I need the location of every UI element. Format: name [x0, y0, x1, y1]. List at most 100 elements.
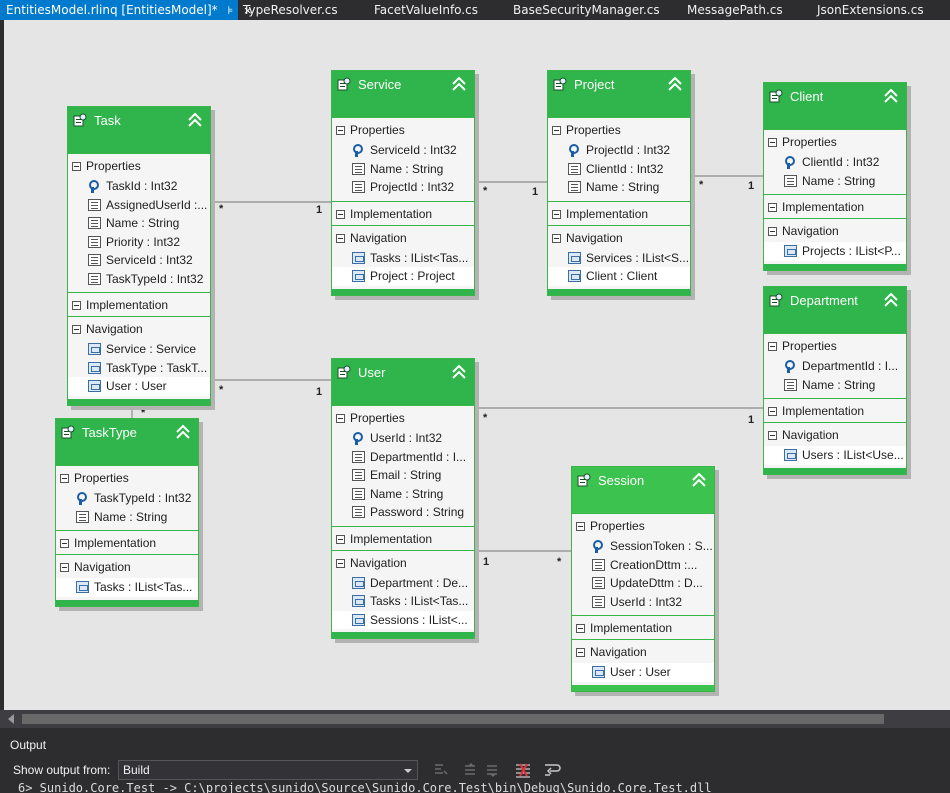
- find-message-icon[interactable]: [432, 761, 450, 779]
- navigation-row[interactable]: TaskType : TaskT...: [68, 359, 210, 378]
- entity-header[interactable]: TaskType: [56, 419, 198, 465]
- model-designer-canvas[interactable]: * 1 * 1 * 1 * 1 1 * * 1 1 * TaskProperti…: [4, 20, 950, 710]
- navigation-row[interactable]: User : User: [68, 377, 210, 396]
- word-wrap-icon[interactable]: [543, 761, 561, 779]
- navigation-section[interactable]: Navigation: [68, 316, 210, 340]
- property-row[interactable]: ClientId : Int32: [764, 153, 906, 172]
- collapse-section-icon[interactable]: [336, 233, 345, 243]
- collapse-section-icon[interactable]: [72, 325, 81, 334]
- properties-section[interactable]: Properties: [548, 117, 690, 141]
- entity-service[interactable]: Service Properties ServiceId : Int32 Name :…: [331, 70, 475, 296]
- property-row[interactable]: Name : String: [548, 178, 690, 197]
- navigation-section[interactable]: Navigation: [572, 639, 714, 663]
- navigation-row[interactable]: Tasks : IList<Tas...: [332, 592, 474, 611]
- property-row[interactable]: Password : String: [332, 503, 474, 522]
- property-row[interactable]: Name : String: [332, 160, 474, 179]
- navigation-section[interactable]: Navigation: [764, 422, 906, 446]
- collapse-section-icon[interactable]: [768, 431, 777, 440]
- collapse-section-icon[interactable]: [336, 558, 345, 568]
- implementation-section[interactable]: Implementation: [548, 200, 690, 225]
- collapse-section-icon[interactable]: [576, 522, 585, 531]
- collapse-icon[interactable]: [450, 363, 468, 381]
- collapse-section-icon[interactable]: [576, 624, 585, 633]
- property-row[interactable]: TaskTypeId : Int32: [68, 270, 210, 289]
- collapse-section-icon[interactable]: [72, 162, 81, 171]
- output-source-select[interactable]: Build: [118, 760, 418, 780]
- entity-project[interactable]: Project Properties ProjectId : Int32 Client…: [547, 70, 691, 296]
- property-row[interactable]: ProjectId : Int32: [548, 141, 690, 160]
- entity-header[interactable]: Service: [332, 71, 474, 117]
- navigation-row[interactable]: Department : De...: [332, 574, 474, 593]
- navigation-row[interactable]: Client : Client: [548, 267, 690, 286]
- property-row[interactable]: ServiceId : Int32: [332, 141, 474, 160]
- implementation-section[interactable]: Implementation: [332, 525, 474, 550]
- property-row[interactable]: DepartmentId : I...: [764, 357, 906, 376]
- property-row[interactable]: TaskTypeId : Int32: [56, 489, 198, 508]
- property-row[interactable]: CreationDttm :...: [572, 556, 714, 575]
- collapse-section-icon[interactable]: [768, 407, 777, 416]
- collapse-icon[interactable]: [186, 111, 204, 129]
- properties-section[interactable]: Properties: [56, 465, 198, 489]
- property-row[interactable]: UpdateDttm : D...: [572, 574, 714, 593]
- property-row[interactable]: Name : String: [764, 376, 906, 395]
- collapse-section-icon[interactable]: [60, 474, 69, 483]
- properties-section[interactable]: Properties: [764, 129, 906, 153]
- go-to-next-icon[interactable]: [484, 761, 502, 779]
- go-to-previous-icon[interactable]: [462, 761, 480, 779]
- collapse-section-icon[interactable]: [768, 227, 777, 236]
- property-row[interactable]: DepartmentId : I...: [332, 448, 474, 467]
- horizontal-scrollbar[interactable]: [0, 710, 950, 728]
- entity-header[interactable]: Department: [764, 287, 906, 333]
- navigation-row[interactable]: Users : IList<Use...: [764, 446, 906, 465]
- collapse-icon[interactable]: [882, 87, 900, 105]
- entity-header[interactable]: Task: [68, 107, 210, 153]
- tab-facetvalueinfo[interactable]: FacetValueInfo.cs: [374, 0, 478, 20]
- implementation-section[interactable]: Implementation: [56, 530, 198, 554]
- collapse-section-icon[interactable]: [72, 301, 81, 310]
- tab-entitiesmodel[interactable]: EntitiesModel.rlinq [EntitiesModel]* ⊧ ×: [0, 0, 252, 20]
- property-row[interactable]: Name : String: [764, 172, 906, 191]
- implementation-section[interactable]: Implementation: [572, 615, 714, 639]
- entity-header[interactable]: Project: [548, 71, 690, 117]
- collapse-icon[interactable]: [882, 291, 900, 309]
- property-row[interactable]: Name : String: [56, 508, 198, 527]
- property-row[interactable]: SessionToken : S...: [572, 537, 714, 556]
- navigation-row[interactable]: Projects : IList<P...: [764, 242, 906, 261]
- collapse-section-icon[interactable]: [576, 648, 585, 657]
- collapse-section-icon[interactable]: [552, 126, 561, 135]
- tab-messagepath[interactable]: MessagePath.cs: [687, 0, 783, 20]
- property-row[interactable]: AssignedUserId :...: [68, 196, 210, 215]
- collapse-section-icon[interactable]: [768, 203, 777, 212]
- property-row[interactable]: UserId : Int32: [332, 429, 474, 448]
- navigation-row[interactable]: Service : Service: [68, 340, 210, 359]
- collapse-icon[interactable]: [450, 75, 468, 93]
- collapse-section-icon[interactable]: [552, 209, 561, 219]
- navigation-row[interactable]: Services : IList<S...: [548, 249, 690, 268]
- property-row[interactable]: Name : String: [332, 485, 474, 504]
- properties-section[interactable]: Properties: [332, 405, 474, 429]
- collapse-section-icon[interactable]: [60, 539, 69, 548]
- tab-jsonextensions[interactable]: JsonExtensions.cs: [817, 0, 924, 20]
- properties-section[interactable]: Properties: [332, 117, 474, 141]
- property-row[interactable]: ProjectId : Int32: [332, 178, 474, 197]
- entity-session[interactable]: Session Properties SessionToken : S... Crea…: [571, 466, 715, 692]
- scrollbar-thumb[interactable]: [22, 714, 884, 724]
- collapse-icon[interactable]: [174, 423, 192, 441]
- navigation-section[interactable]: Navigation: [332, 224, 474, 249]
- implementation-section[interactable]: Implementation: [764, 398, 906, 422]
- entity-header[interactable]: Session: [572, 467, 714, 513]
- scroll-left-icon[interactable]: [8, 714, 14, 724]
- collapse-icon[interactable]: [690, 471, 708, 489]
- tab-basesecuritymanager[interactable]: BaseSecurityManager.cs: [513, 0, 660, 20]
- property-row[interactable]: Email : String: [332, 466, 474, 485]
- navigation-row[interactable]: Tasks : IList<Tas...: [332, 249, 474, 268]
- entity-task[interactable]: Task Properties TaskId : Int32 AssignedUser…: [67, 106, 211, 406]
- property-row[interactable]: Name : String: [68, 214, 210, 233]
- navigation-section[interactable]: Navigation: [764, 218, 906, 242]
- collapse-section-icon[interactable]: [336, 126, 345, 135]
- properties-section[interactable]: Properties: [764, 333, 906, 357]
- collapse-icon[interactable]: [666, 75, 684, 93]
- property-row[interactable]: ServiceId : Int32: [68, 251, 210, 270]
- collapse-section-icon[interactable]: [768, 342, 777, 351]
- navigation-row[interactable]: User : User: [572, 663, 714, 682]
